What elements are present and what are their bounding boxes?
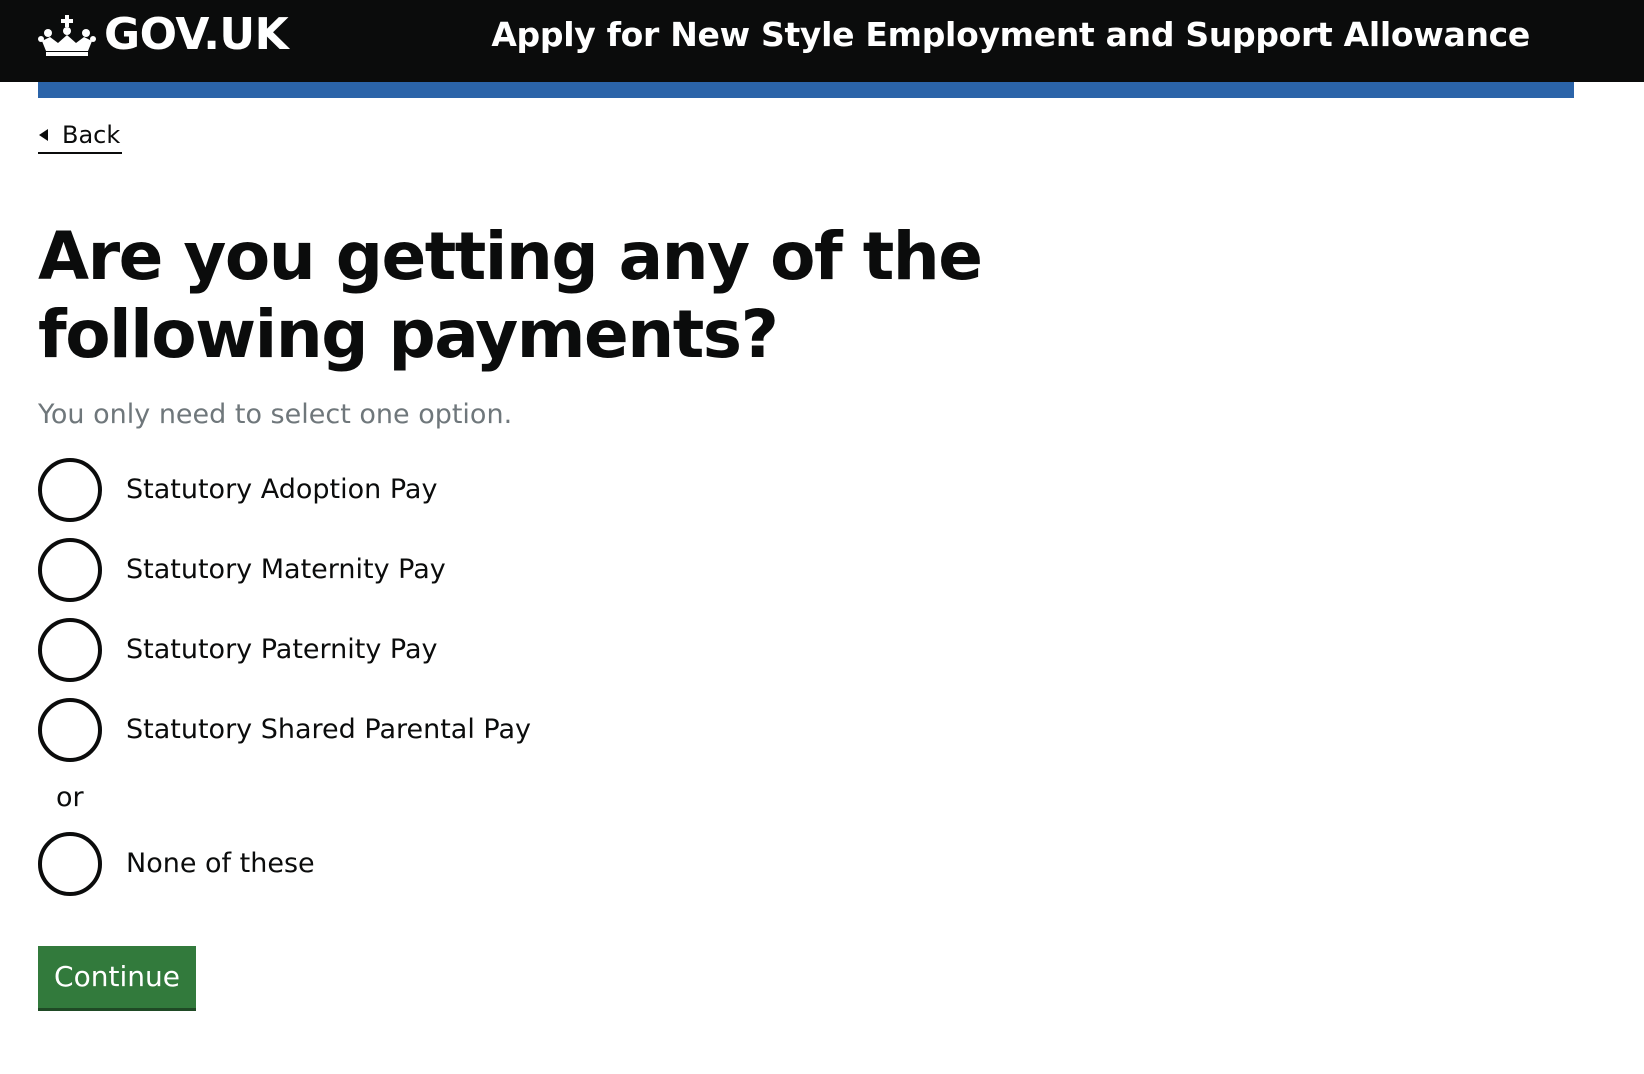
radio-label[interactable]: Statutory Paternity Pay bbox=[126, 632, 438, 668]
radio-statutory-adoption-pay[interactable]: Statutory Adoption Pay bbox=[38, 458, 437, 522]
radio-divider-or: or bbox=[56, 782, 84, 813]
radio-button[interactable] bbox=[38, 832, 102, 896]
page-heading: Are you getting any of the following pay… bbox=[38, 218, 983, 373]
continue-button[interactable]: Continue bbox=[38, 946, 196, 1008]
header-accent-bar bbox=[38, 82, 1574, 98]
site-header: GOV.UK Apply for New Style Employment an… bbox=[0, 0, 1644, 82]
crown-icon bbox=[38, 15, 96, 56]
radio-none-of-these[interactable]: None of these bbox=[38, 832, 315, 896]
radio-statutory-paternity-pay[interactable]: Statutory Paternity Pay bbox=[38, 618, 438, 682]
radio-button[interactable] bbox=[38, 458, 102, 522]
back-link[interactable]: Back bbox=[38, 118, 123, 154]
radio-label[interactable]: Statutory Shared Parental Pay bbox=[126, 712, 531, 748]
radio-statutory-maternity-pay[interactable]: Statutory Maternity Pay bbox=[38, 538, 446, 602]
radio-statutory-shared-parental-pay[interactable]: Statutory Shared Parental Pay bbox=[38, 698, 531, 762]
govuk-logo-link[interactable]: GOV.UK bbox=[38, 8, 289, 62]
question-hint: You only need to select one option. bbox=[38, 399, 513, 430]
service-name-link[interactable]: Apply for New Style Employment and Suppo… bbox=[491, 12, 1530, 58]
radio-button[interactable] bbox=[38, 618, 102, 682]
radio-button[interactable] bbox=[38, 538, 102, 602]
logo-text: GOV.UK bbox=[104, 9, 289, 60]
back-arrow-icon bbox=[39, 129, 48, 141]
radio-label[interactable]: Statutory Adoption Pay bbox=[126, 472, 437, 508]
back-link-label: Back bbox=[62, 121, 121, 149]
radio-label[interactable]: Statutory Maternity Pay bbox=[126, 552, 446, 588]
radio-button[interactable] bbox=[38, 698, 102, 762]
radio-label[interactable]: None of these bbox=[126, 846, 315, 882]
